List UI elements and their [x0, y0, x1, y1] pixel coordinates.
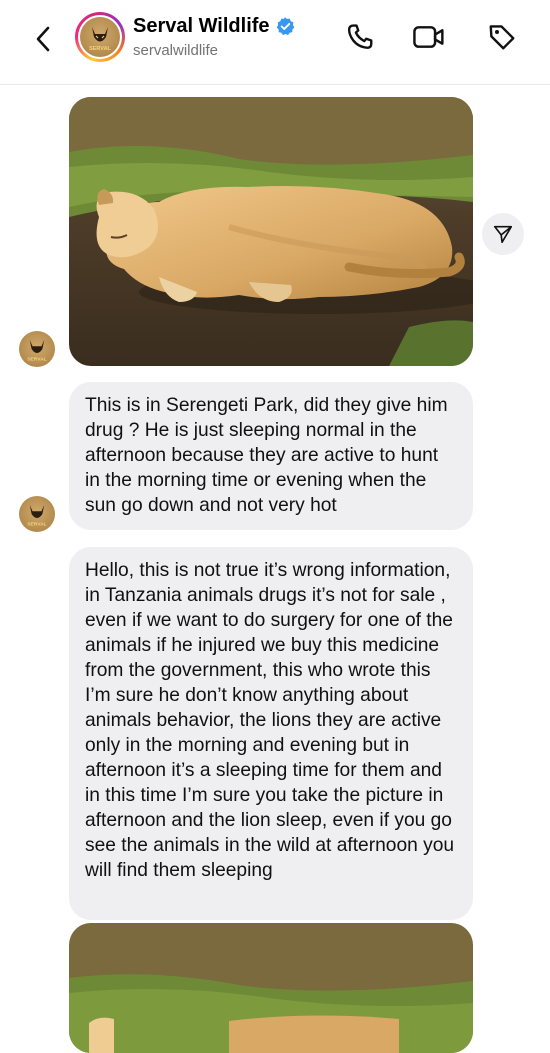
send-icon — [493, 225, 513, 244]
verified-badge-icon — [276, 17, 295, 36]
video-camera-icon — [413, 26, 444, 48]
lioness-photo — [69, 923, 473, 1053]
share-button[interactable] — [482, 213, 524, 255]
avatar-logo-text: SERVAL — [27, 522, 47, 528]
photo-message[interactable] — [69, 923, 473, 1053]
username: servalwildlife — [133, 42, 219, 59]
serval-logo-icon: SERVAL — [27, 340, 47, 363]
serval-logo-icon: SERVAL — [27, 505, 47, 528]
tag-button[interactable] — [484, 19, 520, 55]
video-call-button[interactable] — [411, 19, 447, 55]
sender-avatar[interactable]: SERVAL — [19, 496, 55, 532]
message-bubble[interactable]: Hello, this is not true it’s wrong infor… — [69, 547, 473, 920]
message-text: This is in Serengeti Park, did they give… — [85, 395, 448, 516]
profile-avatar[interactable]: SERVAL — [75, 12, 125, 62]
message-bubble[interactable]: This is in Serengeti Park, did they give… — [69, 382, 473, 530]
phone-icon — [347, 24, 373, 49]
lioness-photo — [69, 97, 473, 366]
message-text: Hello, this is not true it’s wrong infor… — [85, 560, 455, 881]
avatar-logo-text: SERVAL — [27, 357, 47, 363]
chevron-left-icon — [36, 26, 50, 52]
contact-name[interactable]: Serval Wildlife — [133, 15, 295, 38]
back-button[interactable] — [24, 19, 64, 59]
display-name-text: Serval Wildlife — [133, 15, 270, 37]
chat-header: SERVAL Serval Wildlife servalwildlife — [0, 0, 550, 85]
photo-message[interactable] — [69, 97, 473, 366]
tag-icon — [489, 25, 515, 50]
sender-avatar[interactable]: SERVAL — [19, 331, 55, 367]
avatar-logo-text: SERVAL — [89, 46, 111, 52]
serval-logo-icon: SERVAL — [80, 17, 120, 57]
audio-call-button[interactable] — [342, 19, 378, 55]
